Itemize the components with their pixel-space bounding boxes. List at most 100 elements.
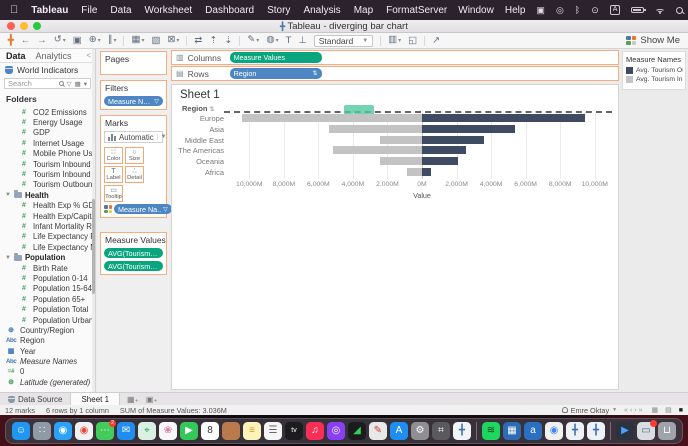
field-tourism-inbound[interactable]: #Tourism Inbound [0,159,92,169]
amazon-icon[interactable]: a [524,422,542,440]
chrome-icon[interactable]: ◉ [75,422,93,440]
folder-health[interactable]: ▼Health [0,190,92,200]
row-label-oceania[interactable]: Oceania [170,157,224,166]
region-column-header[interactable]: Region ⇅ [182,104,215,113]
field-mobile-phone-usage[interactable]: #Mobile Phone Usage [0,149,92,159]
clear-sheet-icon[interactable]: ⊠▾ [167,33,179,48]
field-health-exp-capita[interactable]: #Health Exp/Capita [0,211,92,221]
undo-icon[interactable]: ← [21,34,31,48]
marks-button-label[interactable]: TLabel [104,166,123,183]
data-source-tab[interactable]: Data Source [0,393,70,405]
bar-outbound-the-americas[interactable] [422,146,466,154]
field-population-65-[interactable]: #Population 65+ [0,294,92,304]
display-settings-icon[interactable]: ⌗ [432,422,450,440]
bluetooth-icon[interactable]: ᛒ [575,5,580,15]
add-data-source-icon[interactable]: ⊕▾ [89,33,101,48]
legend-item[interactable]: Avg. Tourism Outbou.. [626,67,683,74]
field-tourism-inbound-mi-[interactable]: #Tourism Inbound (mi... [0,169,92,179]
field-infant-mortality-rate[interactable]: #Infant Mortality Rate [0,221,92,231]
marks-button-color[interactable]: ∷Color [104,147,123,164]
podcasts-icon[interactable]: ◎ [327,422,345,440]
replay-icon[interactable]: ↺▾ [54,33,66,48]
sheet1-tab[interactable]: Sheet 1 [70,393,120,405]
parallels-icon[interactable]: ▶ [616,422,634,440]
marks-button-detail[interactable]: ∴Detail [125,166,144,183]
facetime-icon[interactable]: ▶ [180,422,198,440]
field-region[interactable]: AbcRegion [0,336,92,346]
apple-menu-icon[interactable]:  [10,4,18,16]
bar-outbound-europe[interactable] [422,114,585,122]
redo-icon[interactable]: → [37,34,47,48]
field-life-expectancy-fem-[interactable]: #Life Expectancy Fem... [0,232,92,242]
sort-ascending-icon[interactable]: ⇡ [209,34,217,48]
field-0[interactable]: =#0 [0,367,92,377]
menu-item-analysis[interactable]: Analysis [303,5,340,16]
new-dashboard-button[interactable]: ▣₊ [146,395,158,404]
share-icon[interactable]: ↗ [432,34,440,48]
filter-fields-icon[interactable]: ▽ [67,80,72,88]
menu-item-tableau[interactable]: Tableau [31,5,68,16]
bar-inbound-the-americas[interactable] [333,146,422,154]
wifi-icon[interactable] [655,6,665,14]
account-status-icon[interactable]: ◎ [556,5,564,16]
fix-axes-icon[interactable]: ⊥ [298,34,306,48]
bar-outbound-oceania[interactable] [422,157,458,165]
rows-shelf[interactable]: ▤ Rows Region⇅ [171,66,619,81]
menu-item-help[interactable]: Help [505,5,526,16]
row-label-asia[interactable]: Asia [170,125,224,134]
pencil-app-icon[interactable]: ✎ [369,422,387,440]
sort-descending-icon[interactable]: ⇣ [224,34,232,48]
browser-tableau-icon[interactable]: ◉ [545,422,563,440]
show-filmstrip-icon[interactable]: ▤ [665,406,672,414]
diverging-bar-plot[interactable] [232,113,612,179]
field-birth-rate[interactable]: #Birth Rate [0,263,92,273]
menu-item-window[interactable]: Window [458,5,494,16]
apple-tv-icon[interactable]: tv [285,422,303,440]
field-measure-names[interactable]: AbcMeasure Names [0,356,92,366]
field-gdp[interactable]: #GDP [0,128,92,138]
story-pager[interactable]: «‹›» [624,407,644,414]
spotlight-icon[interactable] [676,7,683,14]
row-label-middle-east[interactable]: Middle East [170,136,224,145]
pill-measure-names[interactable]: Measure Names▽ [104,96,163,106]
field-population-urban[interactable]: #Population Urban [0,315,92,325]
field-internet-usage[interactable]: #Internet Usage [0,138,92,148]
field-population-0-14[interactable]: #Population 0-14 [0,273,92,283]
highlight-icon[interactable]: ✎▾ [247,33,259,48]
tab-data[interactable]: Data [0,51,32,61]
new-worksheet-icon[interactable]: ▦▾ [131,33,144,48]
duplicate-sheet-icon[interactable]: ▧ [151,34,160,48]
row-label-africa[interactable]: Africa [170,168,224,177]
row-label-the-americas[interactable]: The Americas [170,146,224,155]
field-options-icon[interactable]: ▾ [84,80,87,88]
tableau-logo-icon[interactable]: ╋ [8,34,14,48]
legend-item[interactable]: Avg. Tourism Inboun.. [626,76,683,83]
swap-axes-icon[interactable]: ⇄ [194,34,202,48]
field-population-15-64[interactable]: #Population 15-64 [0,284,92,294]
field-population-total[interactable]: #Population Total [0,304,92,314]
presentation-mode-icon[interactable]: ◱ [408,34,417,48]
measure-values-card[interactable]: Measure Values AVG(Tourism Outbou..AVG(T… [100,232,167,275]
stocks-icon[interactable]: ◢ [348,422,366,440]
bar-outbound-asia[interactable] [422,125,515,133]
save-icon[interactable]: ▣ [73,34,82,48]
mark-type-dropdown[interactable]: Automatic ▼ [104,131,163,143]
field-health-exp-gdp[interactable]: #Health Exp % GDP [0,201,92,211]
screen-mirroring-icon[interactable]: ▣ [536,5,545,16]
bar-inbound-middle-east[interactable] [380,136,422,144]
folder-icon[interactable] [222,422,240,440]
pause-updates-icon[interactable]: ∥▾ [108,33,117,48]
bar-outbound-middle-east[interactable] [422,136,484,144]
maps-icon[interactable]: ⌖ [138,422,156,440]
datasource-item[interactable]: World Indicators [0,63,95,76]
marks-button-tooltip[interactable]: ▭Tooltip [104,185,123,202]
field-country-region[interactable]: ⊕Country/Region [0,325,92,335]
group-members-icon[interactable]: ◍▾ [266,33,278,48]
messages-icon[interactable]: ⋯2 [96,422,114,440]
search-input[interactable]: Search [8,79,56,88]
menu-item-format[interactable]: Format [386,5,418,16]
mail-icon[interactable]: ✉ [117,422,135,440]
bar-inbound-europe[interactable] [242,114,423,122]
tableau-desktop-icon[interactable]: ╋ [566,422,584,440]
tableau-icon[interactable]: ╋ [453,422,471,440]
